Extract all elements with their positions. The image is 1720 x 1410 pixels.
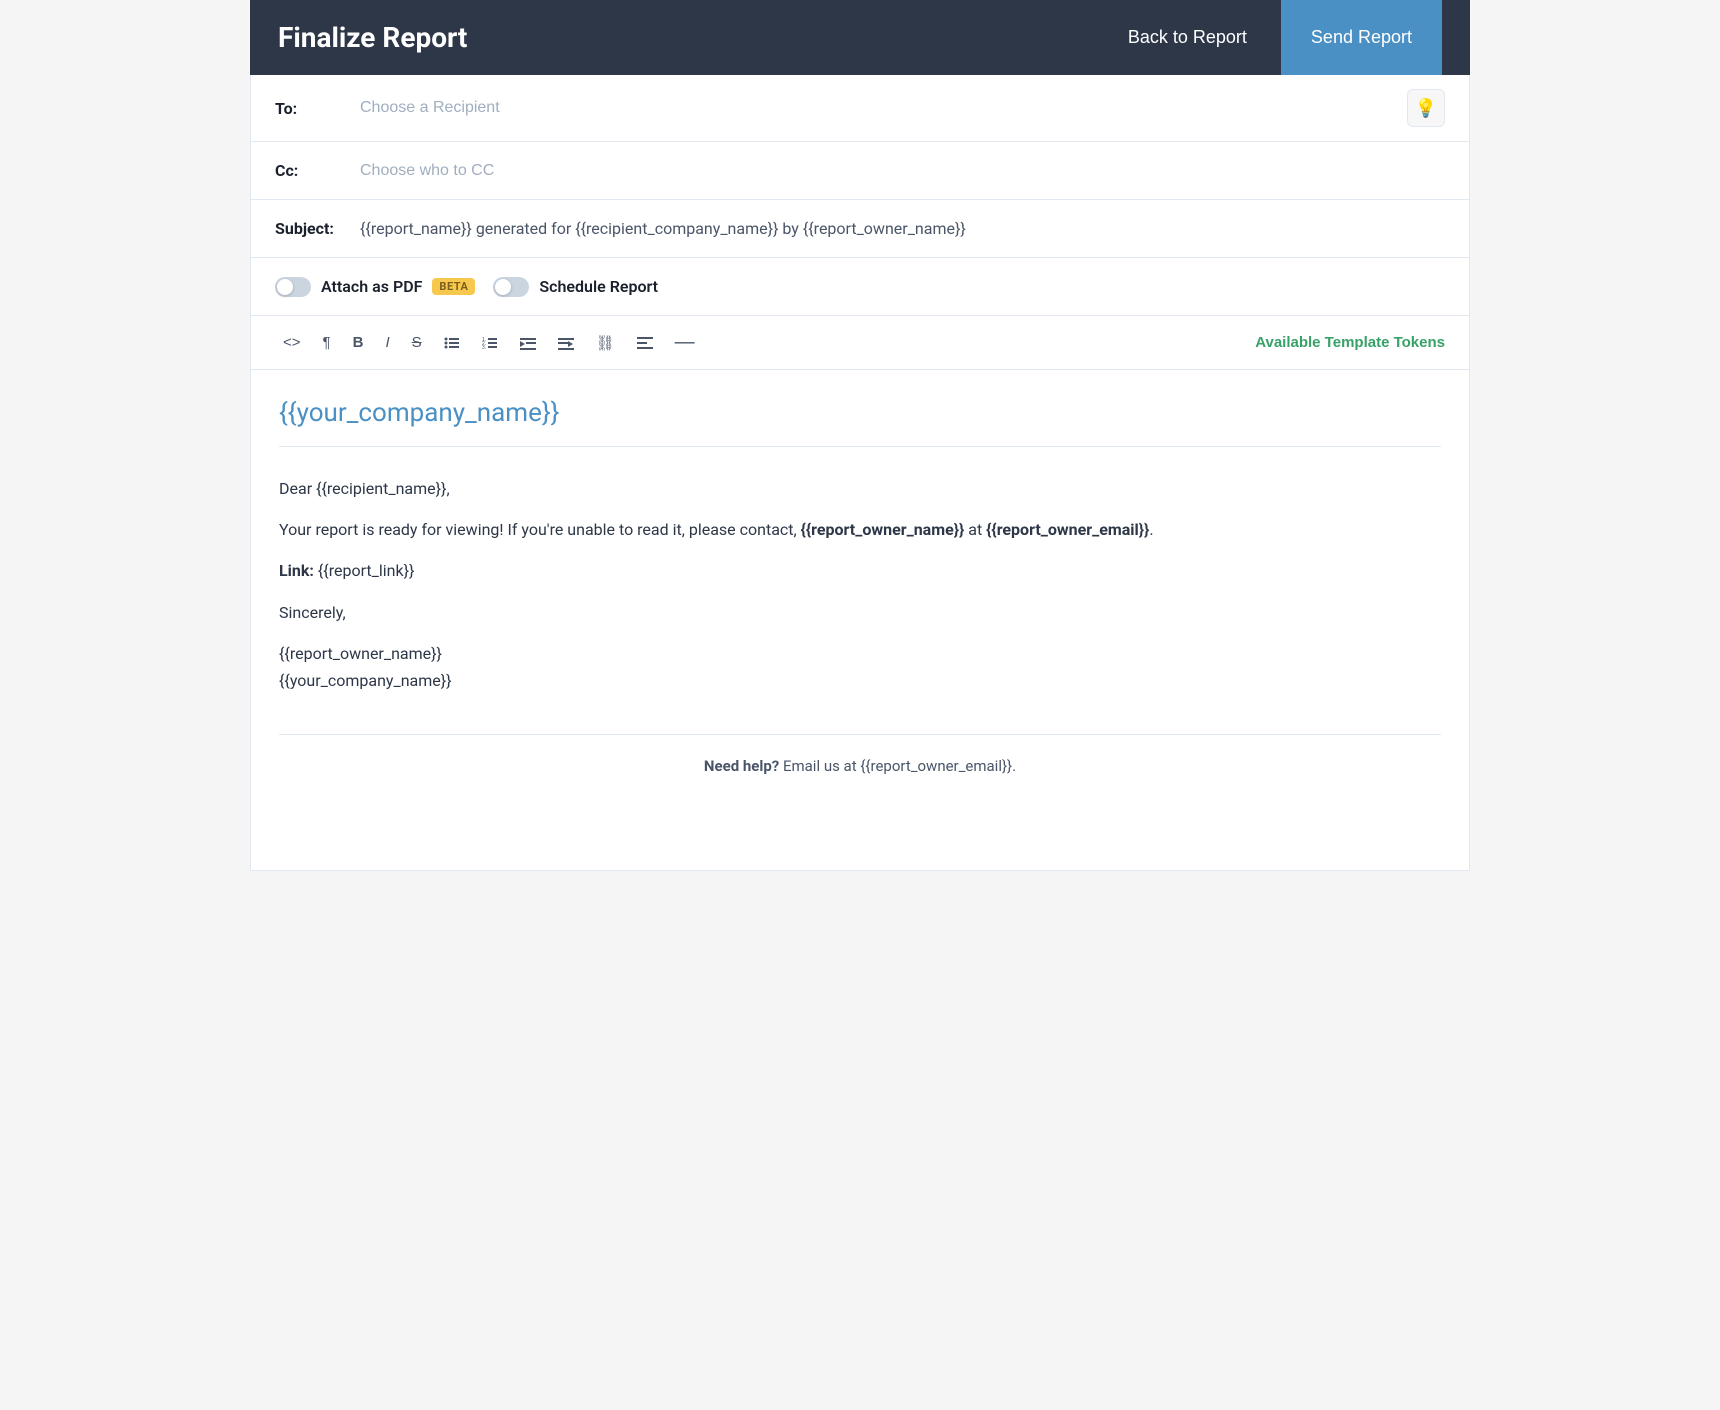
cc-row: Cc: xyxy=(251,142,1469,200)
paragraph-icon-button[interactable]: ¶ xyxy=(315,329,339,356)
company-name-heading: {{your_company_name}} xyxy=(279,398,1441,447)
email-footer: Need help? Email us at {{report_owner_em… xyxy=(279,734,1441,797)
email-content: Dear {{recipient_name}}, Your report is … xyxy=(279,475,1441,694)
to-label: To: xyxy=(275,99,360,118)
outdent-icon-button[interactable] xyxy=(512,331,544,355)
schedule-report-label: Schedule Report xyxy=(539,277,658,296)
link-icon-button[interactable]: ⛓ xyxy=(588,329,623,357)
schedule-report-toggle[interactable] xyxy=(493,277,529,297)
body-text: Your report is ready for viewing! If you… xyxy=(279,520,801,539)
link-label: Link: xyxy=(279,561,318,580)
send-report-button[interactable]: Send Report xyxy=(1281,0,1442,75)
attach-pdf-label: Attach as PDF xyxy=(321,277,422,296)
subject-label: Subject: xyxy=(275,219,360,238)
need-help-label: Need help? xyxy=(704,757,779,775)
owner-name-token: {{report_owner_name}} xyxy=(801,520,965,539)
at-text: at xyxy=(964,520,986,539)
sincerely: Sincerely, xyxy=(279,599,1441,626)
page-header: Finalize Report Back to Report Send Repo… xyxy=(250,0,1470,75)
indent-icon-button[interactable] xyxy=(550,331,582,355)
bulb-icon-button[interactable]: 💡 xyxy=(1407,89,1445,127)
to-input[interactable] xyxy=(360,99,1407,117)
footer-text: Email us at {{report_owner_email}}. xyxy=(779,757,1016,775)
cc-input[interactable] xyxy=(360,162,1445,180)
to-row: To: 💡 xyxy=(251,75,1469,142)
sign-off: {{report_owner_name}} {{your_company_nam… xyxy=(279,640,1441,694)
sign-company: {{your_company_name}} xyxy=(279,671,452,690)
editor-toolbar: <> ¶ B I S 1.2.3. ⛓ — Available Template… xyxy=(251,316,1469,370)
owner-email-token: {{report_owner_email}} xyxy=(986,520,1149,539)
attach-pdf-toggle-container: Attach as PDF BETA xyxy=(275,277,475,297)
schedule-report-toggle-container: Schedule Report xyxy=(493,277,658,297)
back-to-report-button[interactable]: Back to Report xyxy=(1098,17,1277,58)
cc-label: Cc: xyxy=(275,161,360,180)
beta-badge: BETA xyxy=(432,278,475,295)
link-token: {{report_link}} xyxy=(318,561,415,580)
svg-text:3.: 3. xyxy=(482,345,486,350)
italic-icon-button[interactable]: I xyxy=(377,329,397,356)
strikethrough-icon-button[interactable]: S xyxy=(404,329,430,356)
subject-row: Subject: {{report_name}} generated for {… xyxy=(251,200,1469,258)
unordered-list-icon-button[interactable] xyxy=(436,331,468,355)
align-icon-button[interactable] xyxy=(629,331,661,355)
greeting: Dear {{recipient_name}}, xyxy=(279,475,1441,502)
email-compose-area: To: 💡 Cc: Subject: {{report_name}} gener… xyxy=(250,75,1470,871)
hr-icon-button[interactable]: — xyxy=(667,326,703,359)
ordered-list-icon-button[interactable]: 1.2.3. xyxy=(474,331,506,355)
code-icon-button[interactable]: <> xyxy=(275,329,309,356)
attach-pdf-toggle[interactable] xyxy=(275,277,311,297)
body-paragraph: Your report is ready for viewing! If you… xyxy=(279,516,1441,543)
link-paragraph: Link: {{report_link}} xyxy=(279,557,1441,584)
sign-owner: {{report_owner_name}} xyxy=(279,644,442,663)
available-template-tokens-button[interactable]: Available Template Tokens xyxy=(1255,334,1445,351)
subject-value: {{report_name}} generated for {{recipien… xyxy=(360,219,966,238)
bold-icon-button[interactable]: B xyxy=(345,329,372,356)
period: . xyxy=(1149,520,1153,539)
page-title: Finalize Report xyxy=(278,21,1098,54)
options-row: Attach as PDF BETA Schedule Report xyxy=(251,258,1469,316)
email-body-area[interactable]: {{your_company_name}} Dear {{recipient_n… xyxy=(251,370,1469,870)
